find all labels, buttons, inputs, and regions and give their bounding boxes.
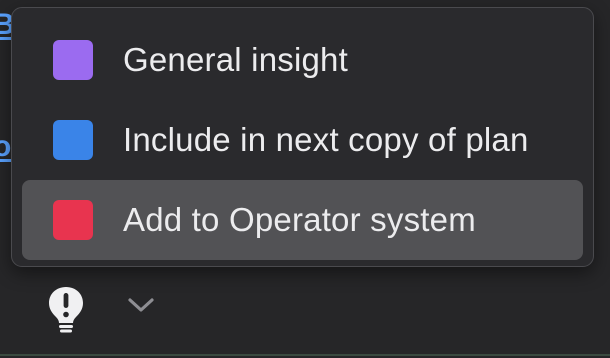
menu-item-add-to-operator-system[interactable]: Add to Operator system	[22, 180, 583, 260]
divider	[0, 354, 610, 356]
chevron-down-icon[interactable]	[126, 294, 156, 316]
menu-item-label: Include in next copy of plan	[123, 121, 529, 158]
menu-item-general-insight[interactable]: General insight	[22, 20, 583, 100]
menu-item-label: General insight	[123, 41, 348, 78]
insight-toolbar	[0, 272, 610, 356]
lightbulb-exclamation-icon[interactable]	[48, 286, 84, 334]
blue-color-swatch	[53, 120, 93, 160]
purple-color-swatch	[53, 40, 93, 80]
red-color-swatch	[53, 200, 93, 240]
menu-item-label: Add to Operator system	[123, 201, 476, 238]
insight-category-menu: General insight Include in next copy of …	[11, 7, 594, 267]
menu-item-include-in-plan[interactable]: Include in next copy of plan	[22, 100, 583, 180]
